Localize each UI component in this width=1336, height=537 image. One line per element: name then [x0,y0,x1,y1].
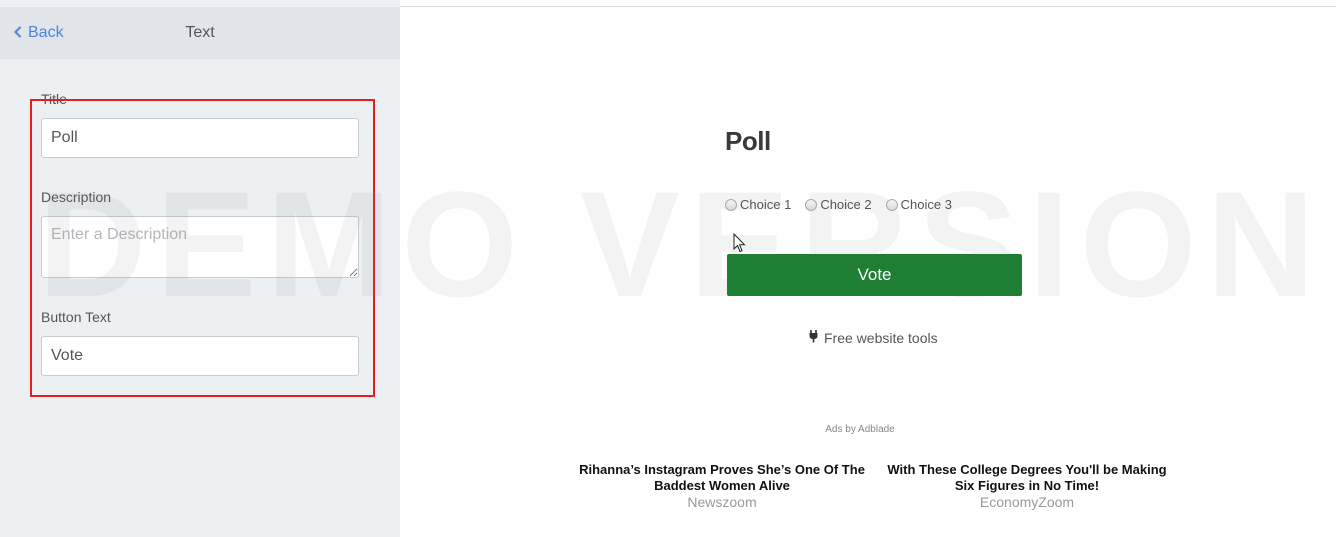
ad-item-1[interactable]: Rihanna’s Instagram Proves She’s One Of … [577,462,867,510]
description-textarea[interactable] [41,216,359,278]
choice-option-1[interactable]: Choice 1 [725,197,791,212]
radio-icon[interactable] [885,198,898,211]
button-text-input[interactable] [41,336,359,376]
top-divider [400,6,1336,7]
title-input[interactable] [41,118,359,158]
panel-title: Text [185,24,215,41]
description-field-label: Description [41,189,112,205]
choice-label: Choice 2 [820,197,872,212]
editor-panel: Back Text Title Description Button Text [0,0,400,537]
title-field-label: Title [41,91,67,107]
free-tools-label: Free website tools [824,329,938,346]
vote-button[interactable]: Vote [727,254,1022,296]
choice-option-3[interactable]: Choice 3 [885,197,952,212]
app-root: Back Text Title Description Button Text … [0,0,1336,537]
ad-source: Newszoom [687,494,757,510]
ad-title[interactable]: Rihanna’s Instagram Proves She’s One Of … [577,462,867,494]
ad-source: EconomyZoom [979,494,1075,510]
panel-header: Back Text [0,7,400,59]
choice-label: Choice 3 [900,197,952,212]
plug-icon [808,329,819,346]
free-website-tools-link[interactable]: Free website tools [808,329,938,346]
choice-label: Choice 1 [740,197,792,212]
ad-title[interactable]: With These College Degrees You'll be Mak… [882,462,1172,494]
poll-choices: Choice 1 Choice 2 Choice 3 [725,197,952,212]
radio-icon[interactable] [805,198,818,211]
poll-title: Poll [725,126,771,156]
ad-item-2[interactable]: With These College Degrees You'll be Mak… [882,462,1172,510]
button-text-field-label: Button Text [41,309,111,325]
ads-by-label: Ads by Adblade [825,424,895,435]
choice-option-2[interactable]: Choice 2 [805,197,872,212]
radio-icon[interactable] [725,198,737,211]
